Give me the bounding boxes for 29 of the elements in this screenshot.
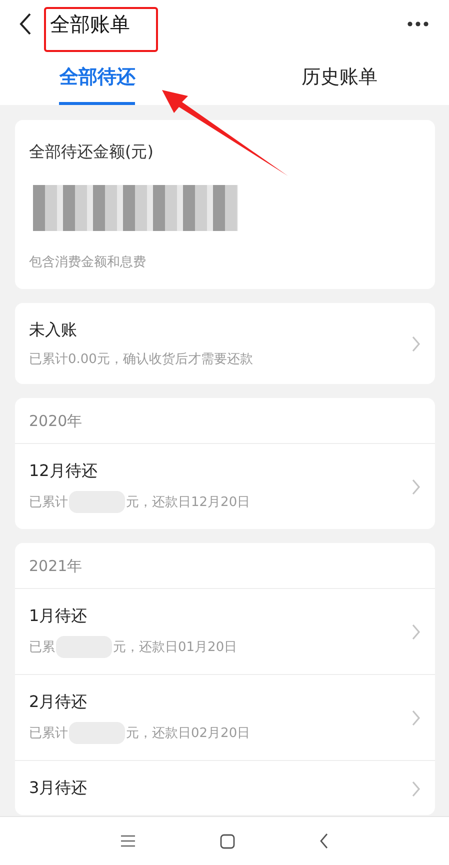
bill-detail: 元，还款日02月20日 (126, 725, 250, 742)
bill-title: 3月待还 (29, 778, 88, 799)
bill-row[interactable]: 3月待还 (15, 760, 435, 815)
bill-row[interactable]: 12月待还 已累计 元，还款日12月20日 (15, 443, 435, 529)
bill-title: 未入账 (29, 320, 78, 341)
back-icon[interactable] (319, 833, 329, 849)
bill-title: 2月待还 (29, 692, 88, 713)
tab[interactable]: 历史账单 (301, 48, 378, 89)
bill-detail: 元，还款日01月20日 (113, 639, 238, 656)
year-label: 2020年 (28, 411, 84, 432)
tab[interactable]: 全部待还 (59, 48, 136, 105)
bill-detail: 已累计 (29, 725, 68, 742)
bill-detail: 元，还款日12月20日 (126, 494, 250, 511)
bill-detail: 已累 (29, 639, 55, 656)
back-icon[interactable] (18, 12, 32, 36)
home-icon[interactable] (220, 834, 235, 848)
year-label: 2021年 (28, 556, 84, 577)
bill-title: 1月待还 (29, 606, 88, 627)
bill-detail: 已累计 (29, 494, 68, 511)
more-icon[interactable] (407, 21, 429, 27)
amount-note: 包含消费金额和息费 (29, 254, 147, 271)
bill-row[interactable]: 2月待还 已累计 元，还款日02月20日 (15, 674, 435, 760)
bill-title: 12月待还 (29, 461, 98, 482)
bill-row[interactable]: 1月待还 已累 元，还款日01月20日 (15, 588, 435, 674)
bill-detail: 已累计0.00元，确认收货后才需要还款 (29, 351, 254, 368)
page-title: 全部账单 (50, 10, 130, 38)
amount-label: 全部待还金额(元) (29, 142, 154, 163)
bill-row[interactable]: 未入账 已累计0.00元，确认收货后才需要还款 (15, 303, 435, 384)
menu-icon[interactable] (120, 834, 136, 848)
